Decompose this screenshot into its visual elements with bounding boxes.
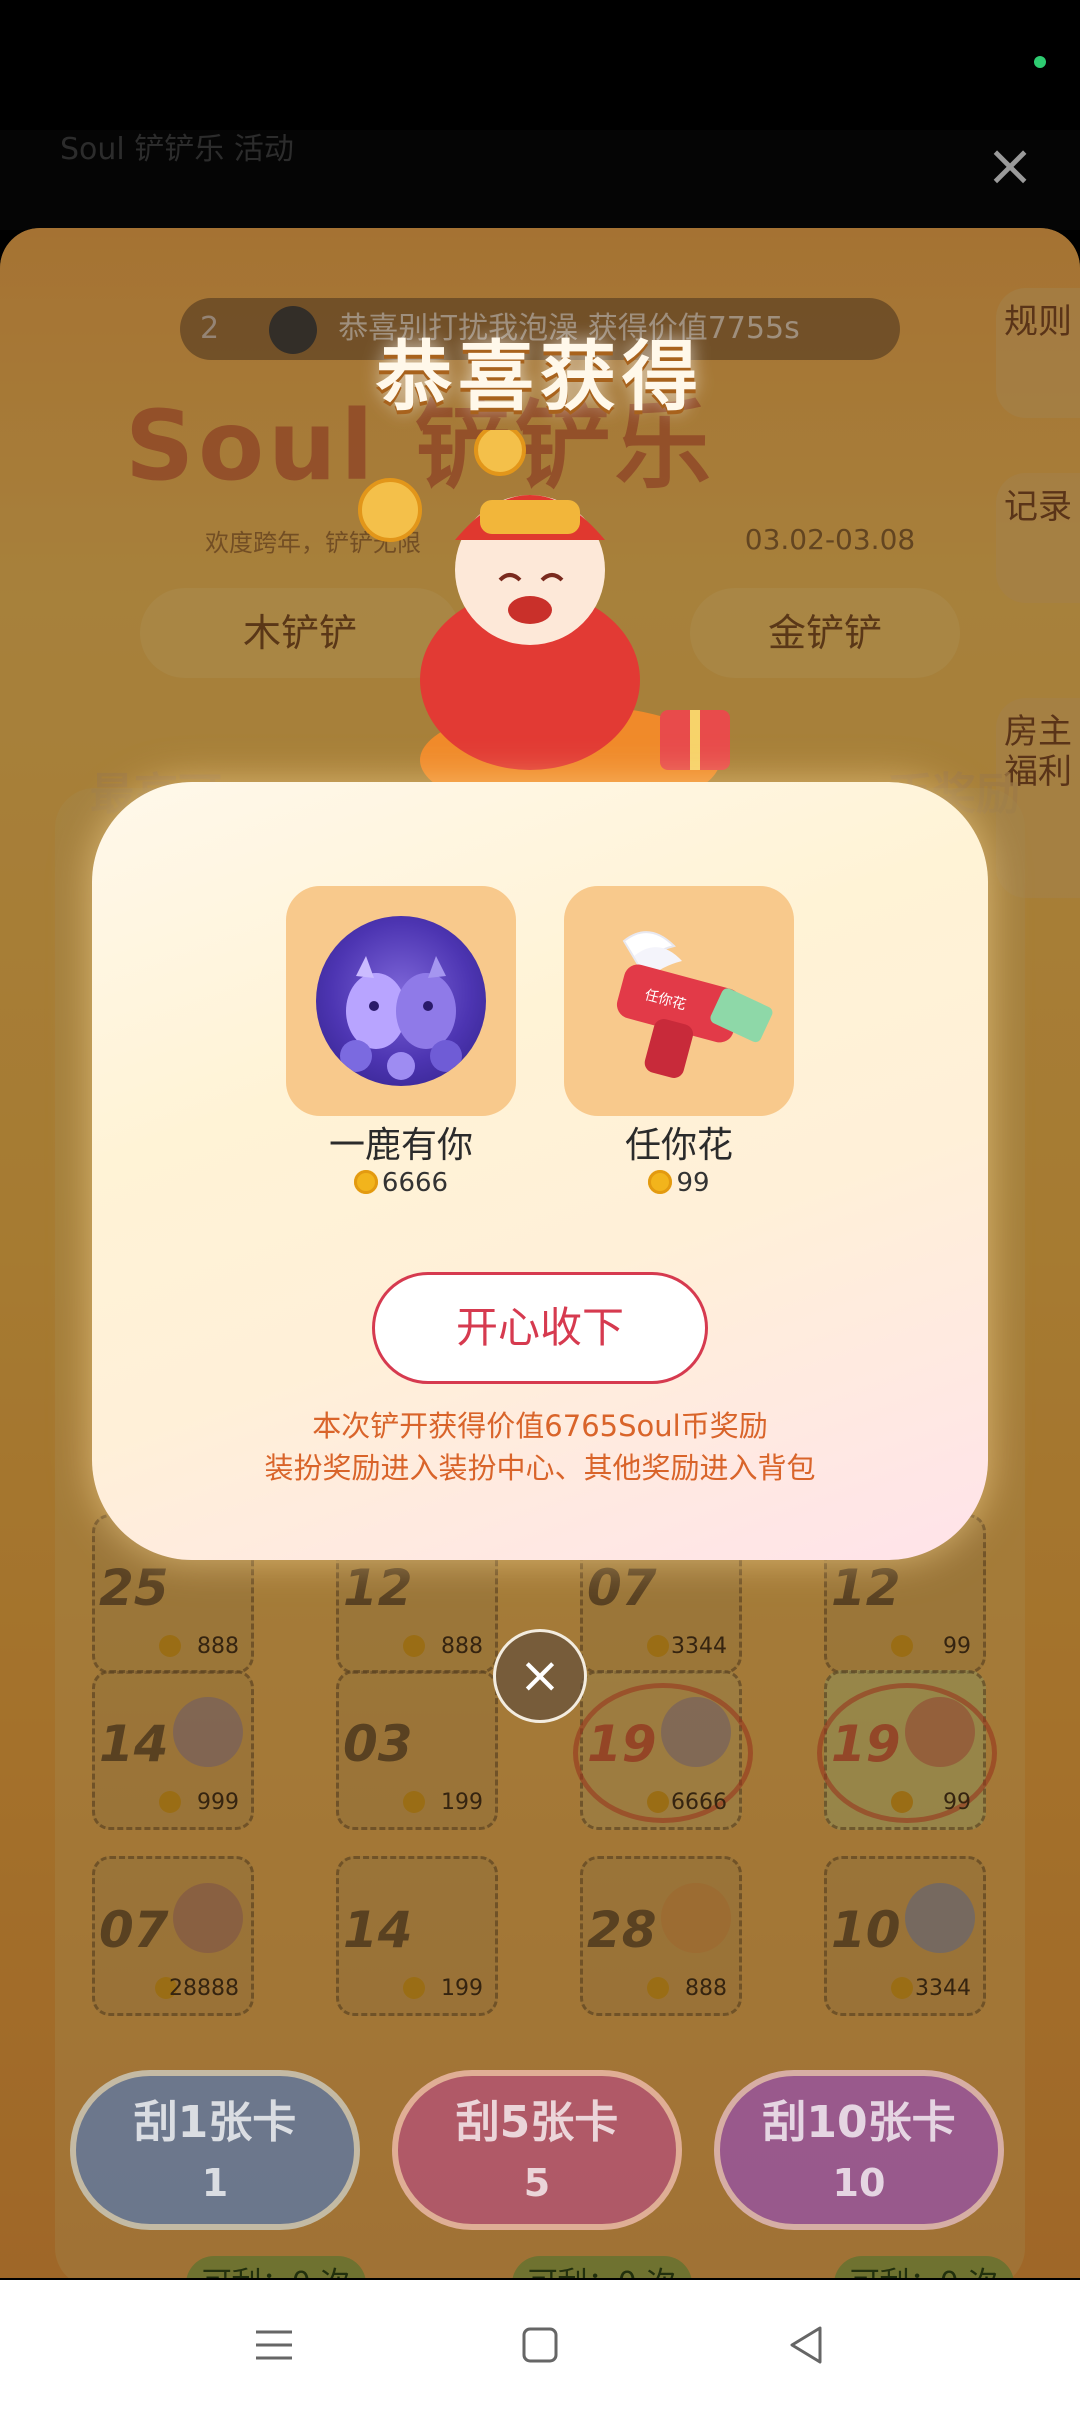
menu-icon [256,2330,292,2360]
accept-reward-button[interactable]: 开心收下 [372,1272,708,1384]
money-gun-icon: 任你花 [616,931,773,1078]
prize-price: 99 [564,1168,794,1198]
prize-price: 6666 [286,1168,516,1198]
prize-price-value: 6666 [381,1168,449,1198]
prize-item: 任你花 任你花 99 [564,886,794,1198]
back-icon [790,2326,822,2364]
scratch-button-count: 10 [832,2161,886,2205]
scratch-1-card-button[interactable]: 刮1张卡 1 [70,2070,360,2230]
scratch-10-cards-button[interactable]: 刮10张卡 10 [714,2070,1004,2230]
prize-thumbnail: 任你花 [564,886,794,1116]
banner-title: Soul 铲铲乐 活动 [60,132,294,167]
reward-modal: 一鹿有你 6666 任你花 任你花 99 开心收下 本次铲开获得价值6765So… [92,782,988,1560]
nav-menu-button[interactable] [234,2310,314,2380]
home-icon [522,2327,558,2363]
scratch-button-count: 1 [201,2161,229,2205]
banner-close-button[interactable]: × [980,135,1040,195]
nav-back-button[interactable] [766,2310,846,2380]
congrats-title: 恭喜获得 [376,332,704,421]
scratch-button-label: 刮5张卡 [455,2097,619,2148]
scratch-button-label: 刮10张卡 [762,2097,956,2148]
close-icon: × [519,1646,561,1704]
prize-item: 一鹿有你 6666 [286,886,516,1198]
reward-summary-text: 本次铲开获得价值6765Soul币奖励 [312,1409,768,1443]
modal-close-button[interactable]: × [493,1629,587,1723]
prize-thumbnail [286,886,516,1116]
close-icon: × [985,131,1035,199]
deer-avatar-icon [316,916,486,1086]
system-navigation-bar [0,2280,1080,2412]
status-indicator-dot [1034,56,1046,68]
reward-destination-text: 装扮奖励进入装扮中心、其他奖励进入背包 [264,1451,816,1485]
scratch-button-count: 5 [523,2161,551,2205]
prize-name: 任你花 [624,1125,733,1166]
coin-icon [353,1170,378,1194]
coin-icon [648,1170,673,1194]
scratch-button-label: 刮1张卡 [133,2097,297,2148]
fortune-god-illustration [358,430,730,810]
prize-name: 一鹿有你 [328,1125,473,1166]
prize-price-value: 99 [676,1168,710,1198]
status-bar [0,0,1080,130]
scratch-5-cards-button[interactable]: 刮5张卡 5 [392,2070,682,2230]
nav-home-button[interactable] [500,2310,580,2380]
